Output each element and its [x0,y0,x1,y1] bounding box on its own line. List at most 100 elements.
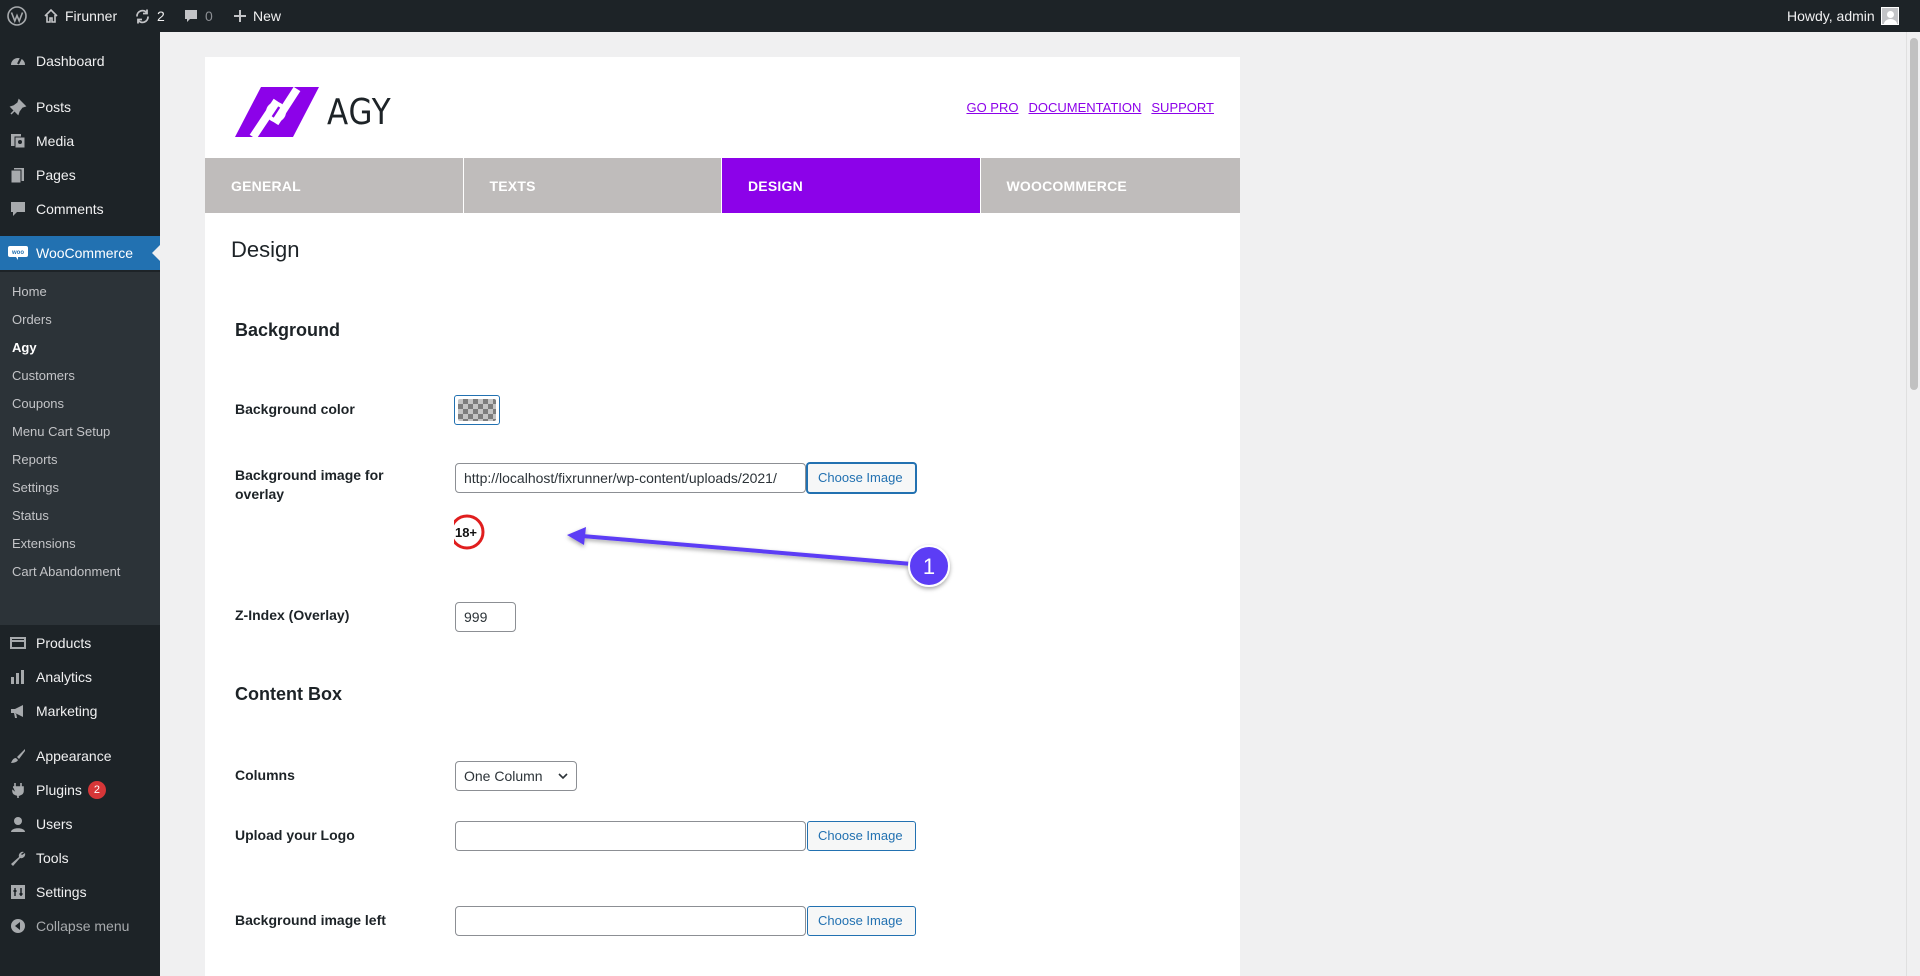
products-icon [0,634,36,652]
go-pro-link[interactable]: GO PRO [966,100,1018,115]
submenu-extensions[interactable]: Extensions [12,534,76,554]
tab-general[interactable]: GENERAL [205,158,463,213]
collapse-icon [0,918,36,934]
comments-link[interactable]: 0 [183,0,213,32]
brand-name: AGY [327,91,392,133]
menu-dashboard[interactable]: Dashboard [0,44,160,78]
submenu-coupons[interactable]: Coupons [12,394,64,414]
comment-icon [0,200,36,218]
zindex-input[interactable]: 999 [455,602,516,632]
wordpress-logo-icon[interactable] [7,0,27,32]
updates-link[interactable]: 2 [134,0,165,32]
plugins-update-badge: 2 [87,781,106,799]
columns-label: Columns [235,767,295,783]
submenu-cart-abandonment[interactable]: Cart Abandonment [12,562,120,582]
submenu-agy[interactable]: Agy [12,338,37,358]
submenu-menu-cart-setup[interactable]: Menu Cart Setup [12,422,110,442]
logo-url-input[interactable] [455,821,806,851]
menu-label: Plugins [36,782,82,798]
account-menu[interactable]: Howdy, admin [1787,0,1899,32]
tab-design[interactable]: DESIGN [722,158,980,213]
scrollbar-thumb[interactable] [1910,38,1918,390]
menu-label: Comments [36,201,104,217]
logo-choose-button[interactable]: Choose Image [807,821,916,851]
menu-tools[interactable]: Tools [0,841,160,875]
analytics-icon [0,668,36,686]
section-heading-background: Background [235,320,341,340]
bg-image-label: Background image for overlay [235,467,384,502]
menu-marketing[interactable]: Marketing [0,694,160,728]
new-content-link[interactable]: New [233,0,281,32]
menu-users[interactable]: Users [0,807,160,841]
menu-plugins[interactable]: Plugins 2 [0,773,160,807]
menu-posts[interactable]: Posts [0,90,160,124]
bg-image-choose-button[interactable]: Choose Image [807,463,916,493]
menu-pages[interactable]: Pages [0,158,160,192]
page-scrollbar[interactable] [1906,32,1920,976]
columns-select[interactable]: One Column [455,761,577,791]
section-heading-content-box: Content Box [235,684,342,704]
menu-label: Posts [36,99,72,115]
menu-label: Pages [36,167,76,183]
wrench-icon [0,849,36,867]
media-icon [0,132,36,150]
megaphone-icon [0,702,36,720]
menu-woocommerce[interactable]: woo WooCommerce [0,236,160,270]
submenu-customers[interactable]: Customers [12,366,75,386]
collapse-menu-button[interactable]: Collapse menu [0,909,160,943]
plugin-icon [0,781,36,799]
bg-left-url-input[interactable] [455,906,806,936]
agy-logo-icon [235,87,319,137]
home-icon [44,8,58,23]
pages-icon [0,166,36,184]
admin-bar: Firunner 2 0 New Howdy, admin [0,0,1920,32]
dashboard-icon [0,52,36,70]
menu-label: Products [36,635,92,651]
bg-image-url-input[interactable]: http://localhost/fixrunner/wp-content/up… [455,463,806,493]
menu-label: Settings [36,884,87,900]
page-title: Design [231,237,300,262]
avatar [1880,7,1899,25]
submenu-home[interactable]: Home [12,282,47,302]
pin-icon [0,98,36,116]
submenu-status[interactable]: Status [12,506,49,526]
bg-image-preview: 18+ [454,512,492,552]
header-links: GO PRO DOCUMENTATION SUPPORT [966,100,1214,115]
zindex-label: Z-Index (Overlay) [235,607,350,623]
bg-left-choose-button[interactable]: Choose Image [807,906,916,936]
settings-tabs: GENERAL TEXTS DESIGN WOOCOMMERCE [205,158,1240,213]
support-link[interactable]: SUPPORT [1151,100,1214,115]
menu-settings[interactable]: Settings [0,875,160,909]
submenu-reports[interactable]: Reports [12,450,58,470]
comments-count: 0 [205,8,213,24]
menu-label: Appearance [36,748,112,764]
brush-icon [0,747,36,765]
logo-label: Upload your Logo [235,827,355,843]
plus-icon [234,10,246,22]
greeting: Howdy, admin [1787,8,1875,24]
submenu-settings[interactable]: Settings [12,478,59,498]
tab-texts[interactable]: TEXTS [463,158,721,213]
menu-label: WooCommerce [36,245,133,261]
comment-icon [185,10,197,22]
chevron-down-icon [558,773,568,780]
menu-media[interactable]: Media [0,124,160,158]
bg-color-picker[interactable] [454,395,500,425]
preview-text: 18+ [455,525,477,540]
menu-analytics[interactable]: Analytics [0,660,160,694]
settings-icon [0,883,36,901]
new-label: New [253,8,282,24]
users-icon [0,815,36,833]
submenu-orders[interactable]: Orders [12,310,52,330]
tab-woocommerce[interactable]: WOOCOMMERCE [980,158,1240,213]
menu-label: Marketing [36,703,98,719]
documentation-link[interactable]: DOCUMENTATION [1028,100,1141,115]
menu-label: Tools [36,850,69,866]
menu-label: Dashboard [36,53,105,69]
site-name-link[interactable]: Firunner [43,0,117,32]
menu-appearance[interactable]: Appearance [0,739,160,773]
site-name: Firunner [65,8,118,24]
collapse-label: Collapse menu [36,918,130,934]
menu-products[interactable]: Products [0,626,160,660]
menu-comments[interactable]: Comments [0,192,160,226]
